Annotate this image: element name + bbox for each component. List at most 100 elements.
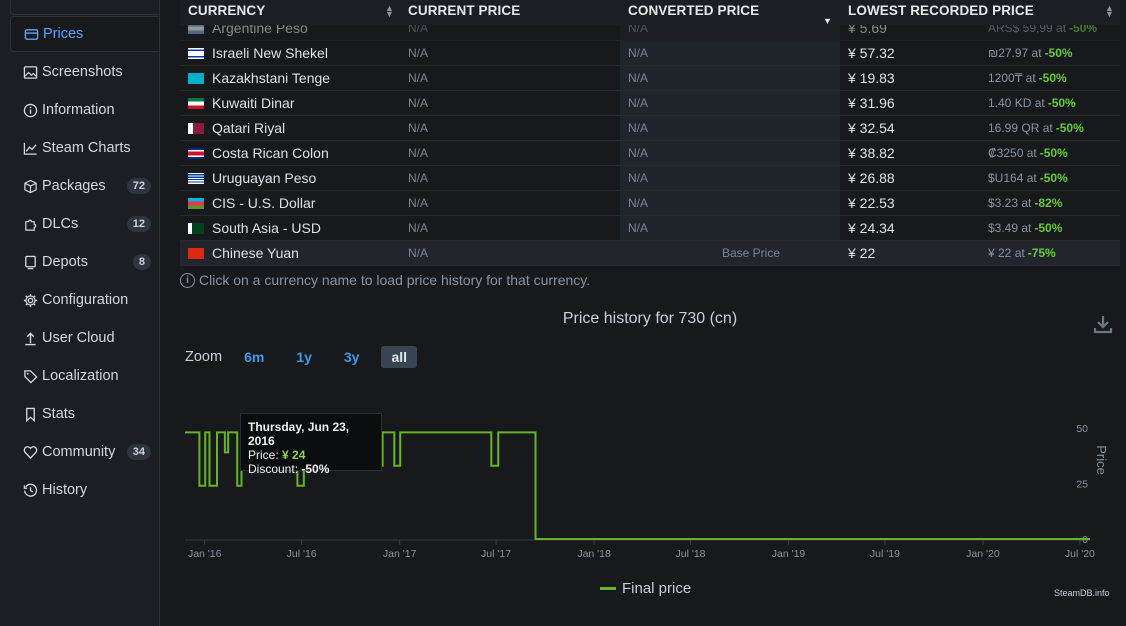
currency-name-cell[interactable]: Qatari Riyal — [180, 116, 400, 140]
currency-name-cell[interactable]: Israeli New Shekel — [180, 41, 400, 65]
discount-value: -50% — [1039, 171, 1068, 185]
tooltip-discount-label: Discount: — [248, 462, 299, 476]
currency-name-cell[interactable]: Kuwaiti Dinar — [180, 91, 400, 115]
currency-name-cell[interactable]: Uruguayan Peso — [180, 166, 400, 190]
flag-icon — [188, 97, 204, 109]
dlc-puzzle-icon — [22, 216, 38, 232]
table-row: Israeli New Shekel N/A N/A ¥ 57.32 ₪27.97 at… — [180, 41, 1120, 66]
lowest-local-price-cell: 16.99 QR at -50% — [980, 116, 1120, 140]
zoom-1y-button[interactable]: 1y — [286, 346, 322, 368]
sidebar-item-stats[interactable]: Stats — [10, 396, 159, 432]
sidebar-item-label: Steam Charts — [42, 140, 131, 156]
flag-icon — [188, 47, 204, 59]
sidebar-item-label: User Cloud — [42, 330, 115, 346]
lowest-local-price: $U164 at — [988, 171, 1037, 185]
column-header-converted-price-label: CONVERTED PRICE — [628, 3, 760, 18]
flag-icon — [188, 122, 204, 134]
download-icon[interactable] — [1092, 313, 1114, 335]
discount-value: -75% — [1027, 246, 1056, 260]
gear-icon — [22, 292, 38, 308]
lowest-local-price-cell: ₡3250 at -50% — [980, 141, 1120, 165]
tooltip-date: Thursday, Jun 23, 2016 — [248, 420, 350, 448]
lowest-local-price: 16.99 QR at — [988, 121, 1053, 135]
column-header-current-price[interactable]: CURRENT PRICE — [400, 0, 620, 25]
column-header-currency[interactable]: CURRENCY ▲ ▼ — [180, 0, 400, 25]
converted-price-cell: N/A — [620, 166, 840, 190]
x-tick-label: Jan '20 — [966, 548, 1000, 560]
currency-name-cell[interactable]: CIS - U.S. Dollar — [180, 191, 400, 215]
current-price-cell: N/A — [408, 221, 429, 235]
x-tick-label: Jan '17 — [383, 548, 417, 560]
legend-swatch — [600, 587, 616, 590]
sidebar-item-steam-charts[interactable]: Steam Charts — [10, 130, 159, 166]
discount-value: -50% — [1034, 221, 1063, 235]
column-header-lowest-price[interactable]: LOWEST RECORDED PRICE ▲ ▼ — [840, 0, 1120, 25]
zoom-6m-button[interactable]: 6m — [234, 346, 274, 368]
discount-value: -50% — [1055, 121, 1084, 135]
lowest-price-cell: ¥ 24.34 — [848, 220, 895, 236]
sidebar-item-label: History — [42, 482, 88, 498]
chart-credit: SteamDB.info — [1054, 588, 1110, 598]
converted-price-cell: N/A — [620, 191, 840, 215]
zoom-label: Zoom — [185, 349, 223, 365]
currency-name: Chinese Yuan — [212, 245, 299, 261]
sidebar-item-packages[interactable]: Packages 72 — [10, 168, 159, 204]
flag-icon — [188, 172, 204, 184]
sidebar-item-screenshots[interactable]: Screenshots — [10, 54, 159, 90]
currency-name-cell[interactable]: Costa Rican Colon — [180, 141, 400, 165]
discount-value: -50% — [1038, 71, 1067, 85]
x-tick-label: Jul '20 — [1065, 548, 1095, 560]
sidebar-item-configuration[interactable]: Configuration — [10, 282, 159, 318]
table-row: Uruguayan Peso N/A N/A ¥ 26.88 $U164 at -50% — [180, 166, 1120, 191]
current-price-cell: N/A — [408, 71, 429, 85]
tooltip-price-value: ¥ 24 — [282, 448, 306, 462]
sidebar-item-label: Prices — [43, 26, 84, 42]
sidebar-item-label: Packages — [42, 178, 106, 194]
lowest-local-price-cell: $3.49 at -50% — [980, 216, 1120, 240]
table-row: Kuwaiti Dinar N/A N/A ¥ 31.96 1.40 KD at -50% — [180, 91, 1120, 116]
lowest-local-price: ₡3250 at — [988, 146, 1037, 160]
table-row: Costa Rican Colon N/A N/A ¥ 38.82 ₡3250 at -5… — [180, 141, 1120, 166]
converted-price-cell: N/A — [620, 66, 840, 90]
zoom-all-button[interactable]: all — [381, 346, 418, 368]
currency-name-cell[interactable]: Chinese Yuan — [180, 241, 400, 265]
y-axis-label: Price — [1094, 445, 1109, 475]
lowest-local-price-cell: 1.40 KD at -50% — [980, 91, 1120, 115]
column-header-converted-price[interactable]: CONVERTED PRICE ▼ — [620, 0, 840, 26]
depot-drive-icon — [22, 254, 38, 270]
sidebar-item-information[interactable]: Information — [10, 92, 159, 128]
lowest-local-price-cell: ₪27.97 at -50% — [980, 41, 1120, 65]
price-table-body: Argentine Peso N/A N/A ¥ 5.69 ARS$ 59,99 at -… — [180, 16, 1120, 266]
sidebar-item-dlcs[interactable]: DLCs 12 — [10, 206, 159, 242]
x-tick-label: Jul '19 — [870, 548, 900, 560]
lowest-local-price-cell: ¥ 22 at -75% — [980, 241, 1120, 265]
table-row: Chinese Yuan N/A Base Price ¥ 22 ¥ 22 at -75% — [180, 241, 1120, 266]
sidebar-item-community[interactable]: Community 34 — [10, 434, 159, 470]
sidebar-item-localization[interactable]: Localization — [10, 358, 159, 394]
currency-name: CIS - U.S. Dollar — [212, 195, 316, 211]
flag-icon — [188, 72, 204, 84]
sidebar-item-depots[interactable]: Depots 8 — [10, 244, 159, 280]
current-price-cell: N/A — [408, 121, 429, 135]
package-icon — [22, 178, 38, 194]
sidebar-item-label: Localization — [42, 368, 119, 384]
sidebar: Prices Screenshots Information Steam Charts… — [0, 0, 160, 626]
currency-name-cell[interactable]: Kazakhstani Tenge — [180, 66, 400, 90]
zoom-3y-button[interactable]: 3y — [334, 346, 370, 368]
lowest-local-price-cell: 1200₸ at -50% — [980, 66, 1120, 90]
discount-value: -82% — [1034, 196, 1063, 210]
table-row: South Asia - USD N/A N/A ¥ 24.34 $3.49 at -50… — [180, 216, 1120, 241]
x-tick-label: Jul '18 — [675, 548, 705, 560]
lowest-price-cell: ¥ 31.96 — [848, 95, 895, 111]
chart-legend[interactable]: Final price — [600, 580, 691, 597]
sidebar-item-user-cloud[interactable]: User Cloud — [10, 320, 159, 356]
sidebar-item-label: Stats — [42, 406, 76, 422]
currency-name: Kazakhstani Tenge — [212, 70, 331, 86]
lowest-local-price: ¥ 22 at — [988, 246, 1025, 260]
currency-name-cell[interactable]: South Asia - USD — [180, 216, 400, 240]
prices-card-icon — [23, 26, 39, 42]
sidebar-item-history[interactable]: History — [10, 472, 159, 508]
sidebar-item-prices[interactable]: Prices — [10, 16, 159, 52]
x-tick-label: Jan '18 — [577, 548, 611, 560]
lowest-price-cell: ¥ 19.83 — [848, 70, 895, 86]
